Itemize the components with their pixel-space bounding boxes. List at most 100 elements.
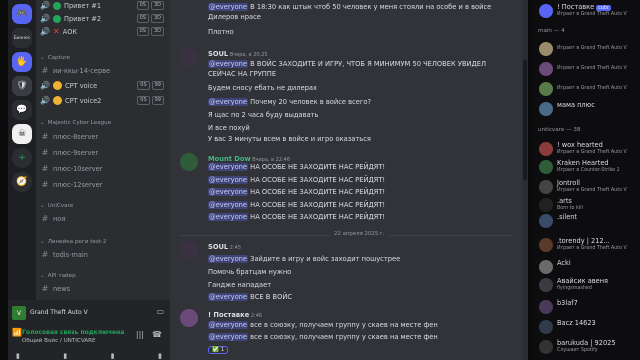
avatar (539, 238, 553, 252)
member-item[interactable]: .silent (536, 212, 638, 230)
message-line: Плотно (208, 28, 234, 36)
voice-channel-name[interactable]: Общий Войс / UNTICVARE (22, 338, 96, 344)
category-capture[interactable]: ⌄ Capture (40, 52, 166, 63)
add-server-icon[interactable]: + (12, 148, 32, 168)
member-item[interactable]: Играет в Grand Theft Auto V (536, 40, 638, 58)
speaker-icon: 🔊 (40, 96, 50, 105)
message-line: У вас 3 минуты всем в войсе и игро оказа… (208, 135, 371, 143)
member-item[interactable]: Acki (536, 258, 638, 276)
category-api[interactable]: ⌄ API тайер (40, 270, 166, 281)
mention[interactable]: @everyone (208, 201, 249, 209)
discord-app: 🎮 Бизнес 🖐 🛡 💬 ☠ + 🧭 🔊 Привет #1 0S 3D 🔊 … (0, 0, 640, 360)
member-item[interactable]: Авайсик авеня flyingsmashed (536, 276, 638, 294)
author-name[interactable]: SOUL (208, 243, 228, 251)
hash-icon: # (41, 164, 49, 173)
member-item[interactable]: Играет в Grand Theft Auto V (536, 80, 638, 98)
member-category: main — 4 (538, 28, 565, 34)
noise-suppression-icon[interactable]: ||| (136, 330, 144, 339)
voice-user-row[interactable]: 🔊 ✕ АОК 0S 3D (40, 26, 166, 37)
member-item[interactable]: b3laf7 (536, 298, 638, 316)
message-line: @everyone все в союзку, получаем группу … (208, 333, 438, 341)
member-status: Играет в Grand Theft Auto V (557, 66, 627, 71)
mention[interactable]: @everyone (208, 293, 249, 301)
mention[interactable]: @everyone (208, 163, 249, 171)
member-item[interactable]: Kraken Hearted Играет в Counter-Strike 2 (536, 158, 638, 176)
author-name[interactable]: SOUL (208, 50, 228, 58)
server-icon-4[interactable]: 🛡 (12, 76, 32, 96)
message-text: Будем сносу ебать не дилерах (208, 84, 317, 92)
server-icon-5[interactable]: 💬 (12, 100, 32, 120)
mention[interactable]: @everyone (208, 60, 249, 68)
member-item[interactable]: Jontroll Играет в Grand Theft Auto V (536, 178, 638, 196)
channel-capture-server[interactable]: # ии-ккы-14-серве (40, 65, 166, 76)
speaker-icon: 🔊 (40, 81, 50, 90)
channel-majestic-3[interactable]: # плюс-10server (40, 163, 166, 174)
message-text: И все похуй (208, 124, 250, 132)
mention[interactable]: @everyone (208, 333, 249, 341)
server-icon-1[interactable]: 🎮 (12, 4, 32, 24)
channel-list: 🔊 Привет #1 0S 3D 🔊 Привет #2 0S 3D 🔊 ✕ АО… (36, 0, 170, 300)
member-status: Born to kill (557, 206, 583, 211)
speaker-icon: 🔊 (40, 1, 50, 10)
mention[interactable]: @everyone (208, 255, 249, 263)
voice-user-row[interactable]: 🔊 Привет #1 0S 3D (40, 0, 166, 11)
author-name[interactable]: Mount Dow (208, 155, 251, 163)
category-label: API тайер (47, 272, 76, 279)
hash-icon: # (41, 132, 49, 141)
member-name: Bacz 14623 (557, 319, 596, 327)
member-item[interactable]: .torendy | 212... Играет в Grand Theft Au… (536, 236, 638, 254)
channel-unicvare[interactable]: # ноя (40, 213, 166, 224)
screen-share-icon[interactable]: ▭ (156, 307, 164, 316)
voice-user-row[interactable]: 🔊 Привет #2 0S 3D (40, 13, 166, 24)
avatar[interactable] (180, 241, 198, 259)
disconnect-icon[interactable]: ☎ (152, 330, 162, 339)
hash-icon: # (41, 148, 49, 157)
message-text: все в союзку, получаем группу у скаев на… (250, 333, 438, 341)
avatar[interactable] (180, 153, 198, 171)
activity-icon[interactable]: ▮ (111, 352, 115, 360)
member-name: ! Поставке cuts (557, 3, 611, 11)
member-item[interactable]: Играет в Grand Theft Auto V (536, 60, 638, 78)
screen-icon[interactable]: ▮ (63, 352, 67, 360)
mention[interactable]: @everyone (208, 321, 249, 329)
category-unicvare[interactable]: ⌄ UniCvare (40, 200, 166, 211)
channel-news[interactable]: # news (40, 283, 166, 294)
voice-badges: 0S 3D (136, 14, 164, 23)
server-icon-skull[interactable]: ☠ (12, 124, 32, 144)
category-majestic[interactable]: ⌄ Majestic Cyber League (40, 117, 166, 128)
camera-icon[interactable]: ▮ (16, 352, 20, 360)
channel-majestic-2[interactable]: # плюс-9server (40, 147, 166, 158)
mention[interactable]: @everyone (208, 98, 249, 106)
message-text: Зайдите в игру и войс заходит пошустрее (250, 255, 401, 263)
server-icon-3[interactable]: 🖐 (12, 52, 32, 72)
member-item[interactable]: barukuda | 92025 Слушает Spotify (536, 338, 638, 356)
reaction-count: 1 (220, 347, 225, 353)
message-text: В 18:30 как штык чтоб 50 человек у меня … (250, 3, 492, 11)
voice-user-row[interactable]: 🔊 CPT voice 0S 99 (40, 80, 166, 91)
member-item[interactable]: мама плюс (536, 100, 638, 118)
author-name[interactable]: ! Поставке (208, 311, 249, 319)
category-line2[interactable]: ⌄ Линейка реги test-2 (40, 236, 166, 247)
scrollbar-thumb[interactable] (523, 60, 527, 180)
voice-status[interactable]: Голосовая связь подключена (22, 329, 124, 336)
voice-user-row[interactable]: 🔊 CPT voice2 0S 99 (40, 95, 166, 106)
avatar[interactable] (180, 309, 198, 327)
mention[interactable]: @everyone (208, 3, 249, 11)
member-item[interactable]: ! wox hearted Играет в Grand Theft Auto V (536, 140, 638, 158)
member-item[interactable]: ! Поставке cuts Играет в Grand Theft Auto … (536, 2, 638, 20)
discover-icon[interactable]: 🧭 (12, 172, 32, 192)
message-line: Будем сносу ебать не дилерах (208, 84, 317, 92)
avatar[interactable] (180, 48, 198, 66)
channel-majestic-1[interactable]: # плюс-8server (40, 131, 166, 142)
mention[interactable]: @everyone (208, 176, 249, 184)
member-item[interactable]: Bacz 14623 (536, 318, 638, 336)
server-icon-business[interactable]: Бизнес (12, 28, 32, 48)
reaction-check[interactable]: ✅ 1 (208, 346, 229, 354)
channel-majestic-4[interactable]: # плюс-12server (40, 179, 166, 190)
mention[interactable]: @everyone (208, 188, 249, 196)
mention[interactable]: @everyone (208, 213, 249, 221)
message-line: @everyone Почему 20 человек в войсе всег… (208, 98, 371, 106)
channel-todis-main[interactable]: # todis-main (40, 249, 166, 260)
soundboard-icon[interactable]: ▮ (158, 352, 162, 360)
message-text: СЕЙЧАС НА ГРУППЕ (208, 70, 277, 78)
